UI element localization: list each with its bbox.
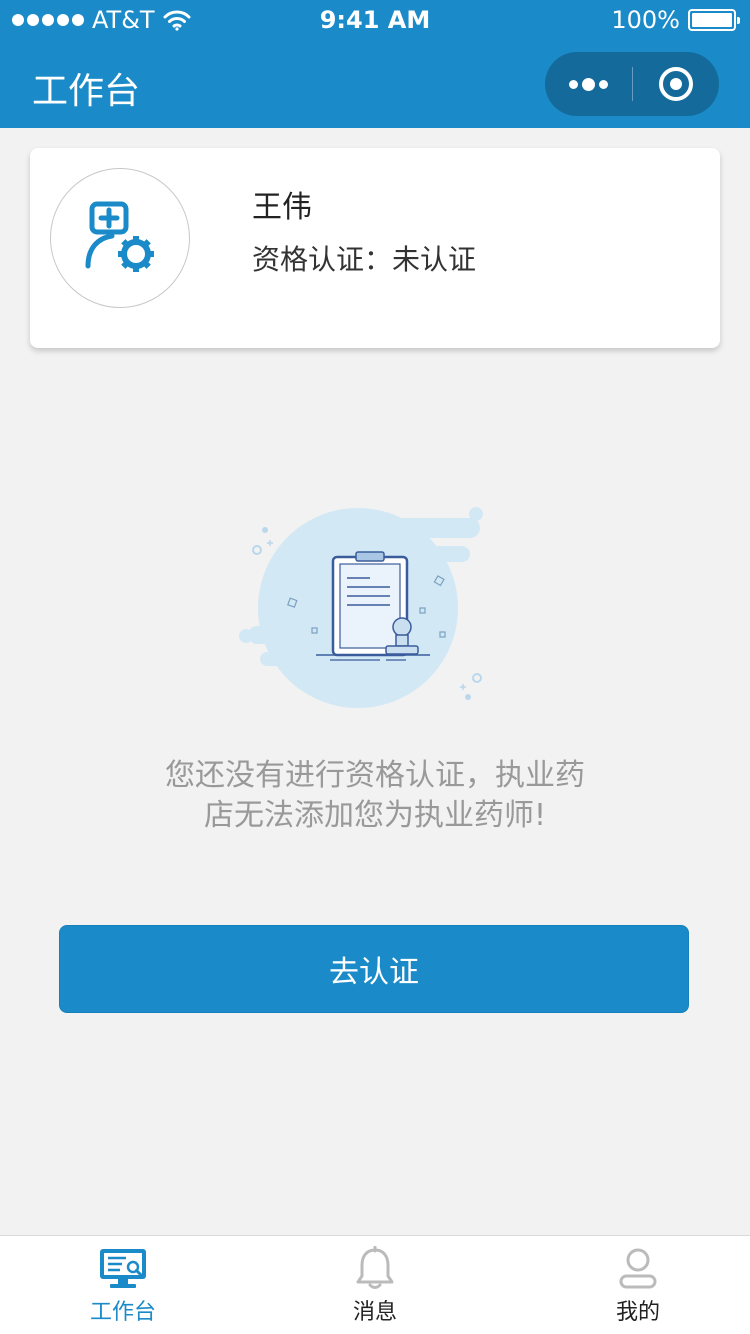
more-button[interactable] [545, 52, 632, 116]
close-miniprogram-button[interactable] [633, 52, 719, 116]
tab-mine[interactable]: 我的 [558, 1236, 718, 1334]
tab-messages-label: 消息 [352, 1300, 397, 1325]
tab-mine-label: 我的 [615, 1300, 660, 1325]
avatar [50, 168, 190, 308]
certification-status: 资格认证：未认证 [252, 243, 477, 276]
user-icon [619, 1248, 657, 1289]
doctor-settings-icon [85, 201, 154, 272]
bell-icon [356, 1246, 394, 1289]
workbench-icon [100, 1249, 146, 1288]
profile-card[interactable]: 王伟 资格认证：未认证 [30, 148, 720, 348]
page-title: 工作台 [32, 71, 141, 112]
clipboard-illustration [239, 507, 483, 708]
tab-bar: 工作台 消息 我的 [0, 1235, 750, 1334]
target-icon [659, 67, 693, 101]
go-certify-button[interactable]: 去认证 [59, 925, 689, 1013]
empty-state-line-1: 您还没有进行资格认证，执业药 [165, 758, 585, 793]
tab-workbench[interactable]: 工作台 [43, 1236, 203, 1334]
top-bar: AT&T 9:41 AM 100% 工作台 [0, 0, 750, 128]
tab-messages[interactable]: 消息 [295, 1236, 455, 1334]
more-dot-center [582, 77, 595, 91]
status-right: 100% [611, 6, 740, 34]
more-dots-icon [569, 79, 578, 89]
battery-percent: 100% [611, 6, 680, 34]
status-bar: AT&T 9:41 AM 100% [0, 0, 750, 40]
miniprogram-capsule [545, 52, 719, 116]
tab-workbench-label: 工作台 [89, 1300, 156, 1325]
empty-state-message: 您还没有进行资格认证，执业药 店无法添加您为执业药师! [100, 756, 650, 836]
user-name: 王伟 [252, 190, 312, 225]
empty-state-line-2: 店无法添加您为执业药师! [203, 798, 547, 833]
battery-icon [688, 9, 740, 31]
more-dot-right [599, 79, 608, 89]
